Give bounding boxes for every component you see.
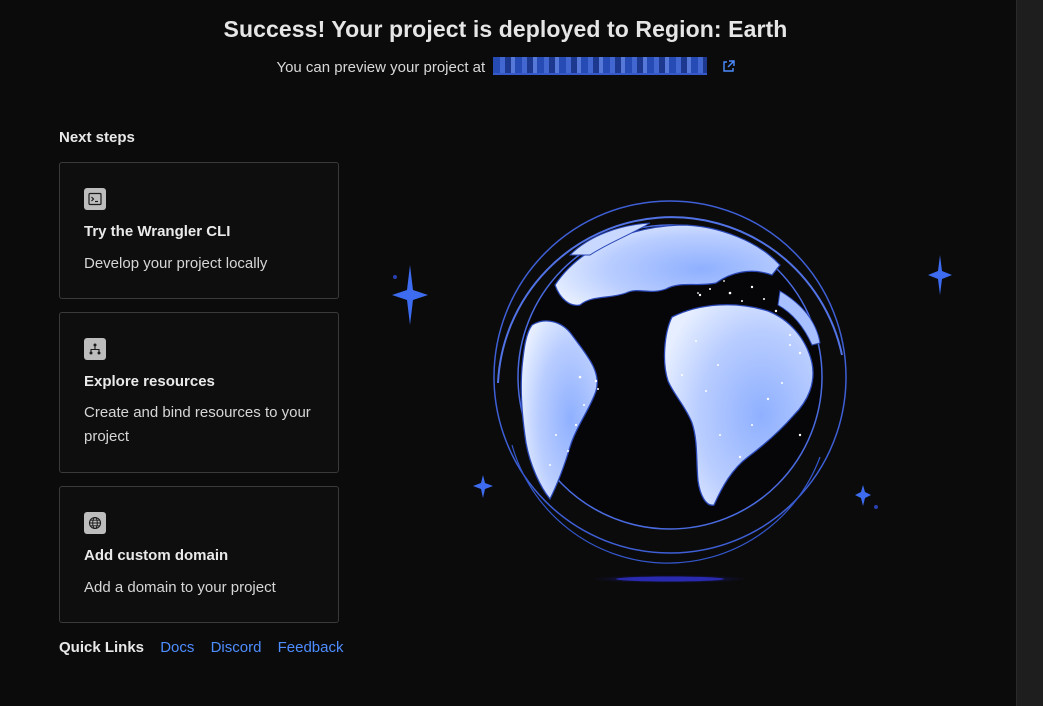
terminal-icon xyxy=(84,188,106,210)
docs-link[interactable]: Docs xyxy=(160,639,194,656)
card-description: Create and bind resources to your projec… xyxy=(84,404,311,445)
deploy-success-page: Success! Your project is deployed to Reg… xyxy=(0,0,1043,706)
card-description: Develop your project locally xyxy=(84,255,268,272)
card-explore-resources[interactable]: Explore resources Create and bind resour… xyxy=(59,312,339,473)
preview-text: You can preview your project at xyxy=(276,59,486,76)
next-steps-heading: Next steps xyxy=(59,129,135,146)
card-title: Add custom domain xyxy=(84,547,229,564)
resources-icon xyxy=(84,338,106,360)
card-title: Explore resources xyxy=(84,373,215,390)
card-wrangler-cli[interactable]: Try the Wrangler CLI Develop your projec… xyxy=(59,162,339,299)
earth-globe-illustration xyxy=(380,195,970,595)
feedback-link[interactable]: Feedback xyxy=(278,639,344,656)
card-title: Try the Wrangler CLI xyxy=(84,223,231,240)
card-description: Add a domain to your project xyxy=(84,579,276,596)
external-link-icon[interactable] xyxy=(722,60,735,77)
quick-links: Quick Links Docs Discord Feedback xyxy=(59,639,355,656)
preview-line: You can preview your project at xyxy=(0,57,1011,77)
globe-icon xyxy=(84,512,106,534)
page-title: Success! Your project is deployed to Reg… xyxy=(223,16,788,42)
scrollbar[interactable] xyxy=(1016,0,1043,706)
quick-links-label: Quick Links xyxy=(59,639,145,656)
preview-url-link-redacted[interactable] xyxy=(493,57,708,75)
card-custom-domain[interactable]: Add custom domain Add a domain to your p… xyxy=(59,486,339,623)
discord-link[interactable]: Discord xyxy=(211,639,262,656)
